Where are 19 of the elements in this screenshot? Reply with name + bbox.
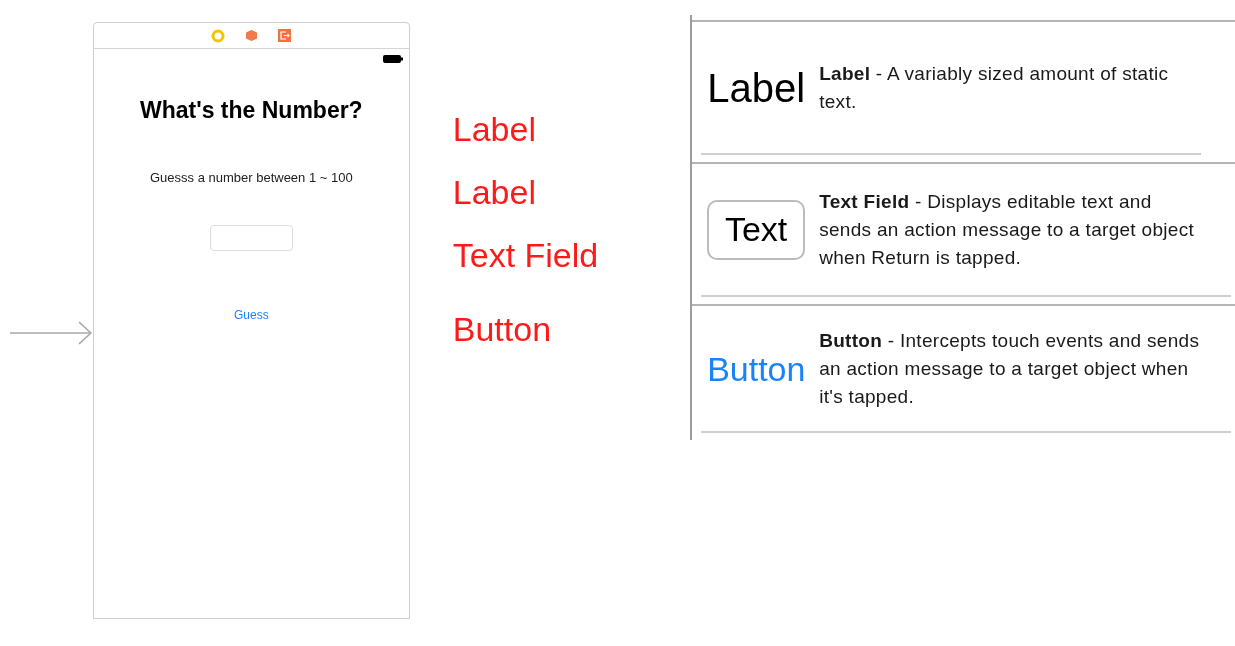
label-preview: Label <box>707 67 805 108</box>
subtitle-label: Guesss a number between 1 ~ 100 <box>149 168 353 187</box>
description-text: Button - Intercepts touch events and sends an action message to a target object when it's tapped. <box>819 328 1201 409</box>
guess-button[interactable]: Guess <box>234 306 269 324</box>
cube-icon <box>245 29 259 42</box>
battery-icon <box>382 55 403 63</box>
description-text: Label - A variably sized amount of static text. <box>819 61 1170 114</box>
annotation-label: Button <box>452 309 553 350</box>
title-label: What's the Number? <box>139 96 363 125</box>
button-preview: Button <box>707 351 806 386</box>
text-field-preview: Text <box>707 199 806 260</box>
input-field[interactable] <box>209 225 293 251</box>
annotation-label: Label <box>452 172 537 213</box>
arrow-icon <box>10 320 93 346</box>
annotation-label: Text Field <box>452 235 600 276</box>
description-text: Text Field - Displays editable text and sends an action message to a target object when Return is tapped. <box>819 189 1196 270</box>
annotation-label: Label <box>452 109 537 150</box>
circle-icon <box>211 28 226 43</box>
exit-icon <box>278 29 292 42</box>
